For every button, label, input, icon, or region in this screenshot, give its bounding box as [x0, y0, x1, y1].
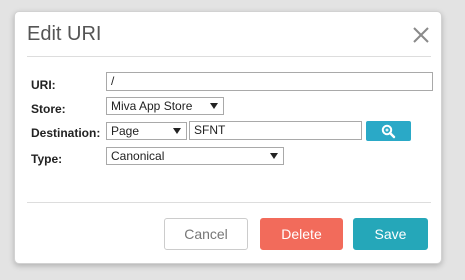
store-select-value: Miva App Store [111, 99, 193, 113]
delete-button[interactable]: Delete [260, 218, 343, 250]
dialog-title: Edit URI [27, 23, 102, 45]
uri-input[interactable]: / [106, 72, 433, 91]
chevron-down-icon [270, 153, 278, 159]
cancel-button[interactable]: Cancel [164, 218, 248, 250]
type-label: Type: [31, 152, 63, 166]
chevron-down-icon [173, 128, 181, 134]
search-icon [381, 124, 396, 139]
uri-label: URI: [31, 78, 56, 92]
store-label: Store: [31, 102, 66, 116]
destination-type-select[interactable]: Page [106, 122, 187, 140]
search-button[interactable] [366, 121, 411, 141]
close-icon[interactable] [412, 26, 430, 44]
edit-uri-dialog: Edit URI URI: / Store: Miva App Store De… [14, 11, 442, 264]
type-select[interactable]: Canonical [106, 147, 284, 165]
type-select-value: Canonical [111, 149, 165, 163]
destination-input[interactable]: SFNT [189, 121, 362, 140]
store-select[interactable]: Miva App Store [106, 97, 224, 115]
destination-type-value: Page [111, 124, 140, 138]
footer-divider [27, 202, 431, 203]
header-divider [27, 56, 431, 57]
save-button[interactable]: Save [353, 218, 428, 250]
chevron-down-icon [210, 103, 218, 109]
destination-label: Destination: [31, 126, 101, 140]
